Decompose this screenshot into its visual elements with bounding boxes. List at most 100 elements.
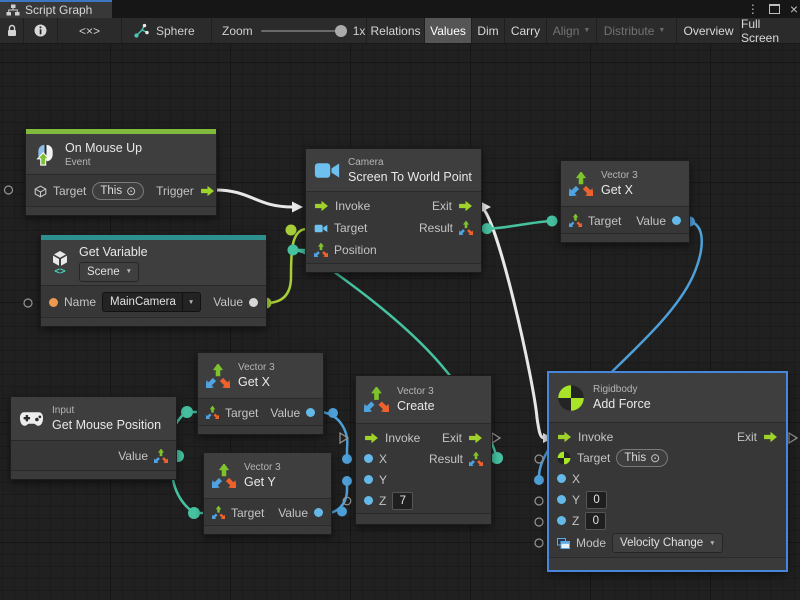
port-invoke[interactable]: Invoke: [385, 431, 420, 445]
float-port-dot[interactable]: [557, 474, 566, 483]
menu-icon[interactable]: ⋮: [747, 0, 759, 18]
values-button[interactable]: Values: [424, 18, 471, 43]
node-screen-to-world-point[interactable]: Camera Screen To World Point Invoke Exit…: [305, 148, 482, 273]
node-category: Vector 3: [601, 169, 638, 182]
maximize-icon[interactable]: [769, 4, 780, 14]
port-name[interactable]: Name: [64, 295, 96, 309]
zoom-slider-handle[interactable]: [335, 25, 347, 37]
flow-arrow-icon: [468, 432, 483, 444]
vector3-icon: [569, 172, 593, 196]
port-target[interactable]: Target: [53, 184, 86, 198]
port-y[interactable]: Y: [572, 493, 580, 507]
float-port-dot[interactable]: [314, 508, 323, 517]
string-port-dot[interactable]: [49, 298, 58, 307]
vector3-icon: [364, 387, 389, 412]
port-y[interactable]: Y: [379, 473, 387, 487]
zoom-slider[interactable]: [261, 30, 345, 32]
graph-icon: [134, 23, 149, 38]
node-get-mouse-position[interactable]: Input Get Mouse Position Value: [10, 396, 177, 480]
port-invoke[interactable]: Invoke: [335, 199, 370, 213]
port-z[interactable]: Z: [572, 514, 579, 528]
tab-script-graph[interactable]: Script Graph: [0, 0, 112, 18]
port-target[interactable]: Target: [577, 451, 610, 465]
port-z[interactable]: Z: [379, 494, 386, 508]
port-target[interactable]: Target: [334, 221, 367, 235]
float-port-dot[interactable]: [557, 516, 566, 525]
port-value[interactable]: Value: [213, 295, 243, 309]
vector3-icon: [314, 243, 328, 257]
float-port-dot[interactable]: [364, 454, 373, 463]
port-exit[interactable]: Exit: [442, 431, 462, 445]
node-add-force[interactable]: Rigidbody Add Force Invoke Exit Target T…: [548, 372, 787, 571]
float-port-dot[interactable]: [364, 475, 373, 484]
port-value[interactable]: Value: [270, 406, 300, 420]
port-trigger[interactable]: Trigger: [156, 184, 194, 198]
flow-arrow-icon: [364, 432, 379, 444]
edit-code-button[interactable]: <×>: [58, 18, 122, 43]
float-port-dot[interactable]: [557, 495, 566, 504]
z-value-field[interactable]: 0: [585, 512, 606, 530]
mode-dropdown[interactable]: Velocity Change ▼: [612, 533, 723, 553]
target-this-chip[interactable]: This ⊙: [616, 449, 668, 467]
port-target[interactable]: Target: [231, 506, 264, 520]
close-icon[interactable]: ×: [790, 0, 798, 18]
distribute-dropdown[interactable]: Distribute▼: [596, 18, 672, 43]
float-port-dot[interactable]: [364, 496, 373, 505]
port-value[interactable]: Value: [636, 214, 666, 228]
node-get-variable[interactable]: <> Get Variable Scene ▼ Name MainCamera …: [40, 234, 267, 327]
port-target[interactable]: Target: [225, 406, 258, 420]
node-title: Get X: [601, 182, 638, 198]
vector3-icon: [154, 449, 168, 463]
port-result[interactable]: Result: [429, 452, 463, 466]
object-port-dot[interactable]: [249, 298, 258, 307]
port-value[interactable]: Value: [118, 449, 148, 463]
chevron-down-icon: ▼: [182, 293, 194, 311]
carry-button[interactable]: Carry: [504, 18, 546, 43]
vector3-icon: [569, 214, 582, 227]
node-subtitle: Event: [65, 156, 142, 169]
port-exit[interactable]: Exit: [737, 430, 757, 444]
port-x[interactable]: X: [572, 472, 580, 486]
scope-icon: ⊙: [650, 452, 660, 464]
float-port-dot[interactable]: [306, 408, 315, 417]
variable-scope-dropdown[interactable]: Scene ▼: [79, 262, 139, 282]
float-port-dot[interactable]: [672, 216, 681, 225]
relations-button[interactable]: Relations: [366, 18, 424, 43]
flow-arrow-icon: [458, 200, 473, 212]
chevron-down-icon: ▼: [709, 540, 715, 547]
port-exit[interactable]: Exit: [432, 199, 452, 213]
align-dropdown[interactable]: Align▼: [546, 18, 596, 43]
node-vector3-create[interactable]: Vector 3 Create Invoke Exit X Result Y Z…: [355, 375, 492, 525]
z-value-field[interactable]: 7: [392, 492, 413, 510]
variable-name-dropdown[interactable]: MainCamera ▼: [102, 292, 201, 312]
node-on-mouse-up[interactable]: On Mouse Up Event Target This ⊙ Trigger: [25, 128, 217, 216]
port-mode[interactable]: Mode: [576, 536, 606, 550]
unity-variable-icon: <>: [49, 250, 71, 275]
port-invoke[interactable]: Invoke: [578, 430, 613, 444]
y-value-field[interactable]: 0: [586, 491, 607, 509]
node-title: Get Variable: [79, 244, 148, 260]
chevron-down-icon: ▼: [583, 27, 590, 34]
dim-button[interactable]: Dim: [471, 18, 504, 43]
node-category: Vector 3: [244, 461, 281, 474]
scope-icon: ⊙: [126, 185, 136, 197]
node-category: Vector 3: [397, 385, 435, 398]
port-result[interactable]: Result: [419, 221, 453, 235]
overview-button[interactable]: Overview: [676, 18, 740, 43]
fullscreen-button[interactable]: Full Screen: [740, 18, 800, 43]
node-get-y[interactable]: Vector 3 Get Y Target Value: [203, 452, 332, 535]
port-value[interactable]: Value: [278, 506, 308, 520]
node-get-x-top[interactable]: Vector 3 Get X Target Value: [560, 160, 690, 243]
port-position[interactable]: Position: [334, 243, 377, 257]
graph-breadcrumb[interactable]: Sphere: [122, 18, 212, 43]
node-title: Get Mouse Position: [52, 417, 161, 433]
mouse-up-icon: [34, 143, 57, 166]
port-x[interactable]: X: [379, 452, 387, 466]
lock-button[interactable]: [0, 18, 24, 43]
node-title: Create: [397, 398, 435, 414]
inspect-button[interactable]: [24, 18, 58, 43]
node-get-x-mid[interactable]: Vector 3 Get X Target Value: [197, 352, 324, 435]
gameobject-cube-icon: [34, 185, 47, 198]
target-this-chip[interactable]: This ⊙: [92, 182, 144, 200]
port-target[interactable]: Target: [588, 214, 621, 228]
